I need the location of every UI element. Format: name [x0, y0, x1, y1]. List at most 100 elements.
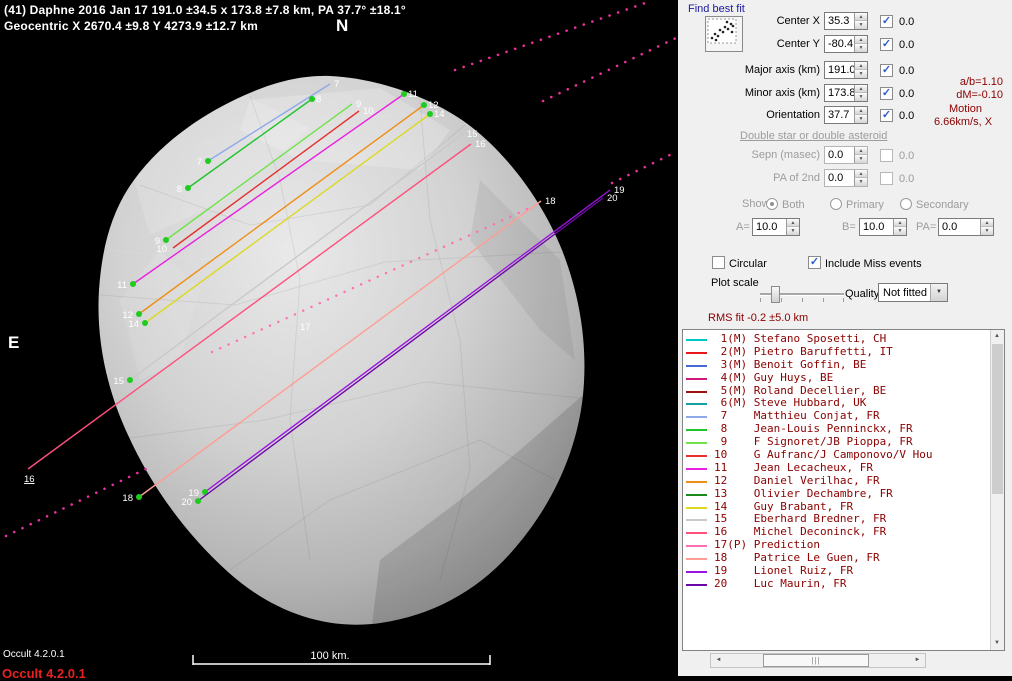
a-spin-up-icon[interactable]: ▲ — [786, 219, 799, 227]
chord-label: 16 — [475, 139, 486, 150]
a-spin-down-icon[interactable]: ▼ — [786, 227, 799, 235]
major-axis-km-label: Major axis (km) — [744, 64, 820, 76]
observer-row-19[interactable]: 19 Lionel Ruiz, FR — [683, 564, 991, 578]
minor-axis-km-fit-checkbox[interactable]: ✓ — [880, 87, 893, 100]
observer-row-20[interactable]: 20 Luc Maurin, FR — [683, 577, 991, 591]
slider-tick — [823, 298, 824, 302]
chord-label: 20 — [607, 193, 618, 204]
chord-label: 8 — [316, 94, 321, 105]
dm-value: dM=-0.10 — [956, 89, 1003, 101]
observer-row-10[interactable]: 10 G Aufranc/J Camponovo/V Hou — [683, 448, 991, 462]
circular-checkbox[interactable] — [712, 256, 725, 269]
double-star-header[interactable]: Double star or double asteroid — [740, 130, 887, 142]
sepn-masec-fit-checkbox[interactable] — [880, 149, 893, 162]
center-y-input[interactable]: -80.4 ▲ ▼ — [824, 35, 868, 53]
quality-label: Quality — [845, 288, 880, 300]
slider-tick — [843, 298, 844, 302]
minor-axis-km-input-spin-down-icon[interactable]: ▼ — [854, 93, 867, 101]
observer-row-1[interactable]: 1(M) Stefano Sposetti, CH — [683, 332, 991, 346]
observer-color-swatch — [686, 390, 707, 393]
orientation-fit-checkbox[interactable]: ✓ — [880, 109, 893, 122]
pa-spin-up-icon[interactable]: ▲ — [980, 219, 993, 227]
observer-row-3[interactable]: 3(M) Benoit Goffin, BE — [683, 358, 991, 372]
plot-canvas[interactable]: 17 7788991010111112121414151516161818191… — [0, 0, 678, 676]
pa-of-2nd-input[interactable]: 0.0 ▲ ▼ — [824, 169, 868, 187]
event-dot — [142, 320, 148, 326]
major-axis-km-input-spin-up-icon[interactable]: ▲ — [854, 62, 867, 70]
center-x-input[interactable]: 35.3 ▲ ▼ — [824, 12, 868, 30]
vscroll-thumb[interactable] — [992, 344, 1003, 494]
major-axis-km-input[interactable]: 191.0 ▲ ▼ — [824, 61, 868, 79]
center-x-input-spin-up-icon[interactable]: ▲ — [854, 13, 867, 21]
plot-title: (41) Daphne 2016 Jan 17 191.0 ±34.5 x 17… — [4, 3, 406, 17]
sepn-masec-input-spin-up-icon[interactable]: ▲ — [854, 147, 867, 155]
event-dot — [401, 91, 407, 97]
observer-color-swatch — [686, 558, 707, 561]
orientation-input-value: 37.7 — [828, 109, 850, 121]
radio-both[interactable] — [766, 198, 778, 210]
motion-value: 6.66km/s, X — [933, 116, 993, 128]
observer-row-13[interactable]: 13 Olivier Dechambre, FR — [683, 486, 991, 501]
include-miss-checkbox[interactable]: ✓ — [808, 256, 821, 269]
pa-of-2nd-fit-checkbox[interactable] — [880, 172, 893, 185]
sepn-masec-input-spin-down-icon[interactable]: ▼ — [854, 155, 867, 163]
event-dot — [127, 377, 133, 383]
orientation-input[interactable]: 37.7 ▲ ▼ — [824, 106, 868, 124]
orientation-input-spin-up-icon[interactable]: ▲ — [854, 107, 867, 115]
observer-list-hscrollbar[interactable]: ◄ ||| ► — [710, 653, 926, 668]
radio-primary[interactable] — [830, 198, 842, 210]
quality-value: Not fitted — [883, 287, 928, 299]
observer-color-swatch — [686, 467, 707, 470]
minor-axis-km-label: Minor axis (km) — [744, 87, 820, 99]
scroll-right-icon[interactable]: ► — [910, 654, 925, 667]
b-input[interactable]: 10.0 ▲ ▼ — [859, 218, 907, 236]
major-axis-km-fit-checkbox[interactable]: ✓ — [880, 64, 893, 77]
app-version: Occult 4.2.0.1 — [3, 649, 65, 660]
minor-axis-km-input-spin-up-icon[interactable]: ▲ — [854, 85, 867, 93]
b-spin-up-icon[interactable]: ▲ — [893, 219, 906, 227]
pa-of-2nd-input-spin-down-icon[interactable]: ▼ — [854, 178, 867, 186]
b-spin-down-icon[interactable]: ▼ — [893, 227, 906, 235]
center-y-fit-checkbox[interactable]: ✓ — [880, 38, 893, 51]
center-y-label: Center Y — [776, 38, 820, 50]
prediction-label: 17 — [300, 322, 311, 333]
center-y-input-value: -80.4 — [828, 38, 854, 50]
observer-label: 13 Olivier Dechambre, FR — [714, 486, 893, 500]
pa-spin-down-icon[interactable]: ▼ — [980, 227, 993, 235]
minor-axis-km-input[interactable]: 173.8 ▲ ▼ — [824, 84, 868, 102]
observer-color-swatch — [686, 429, 707, 432]
center-x-fit-checkbox[interactable]: ✓ — [880, 15, 893, 28]
dropdown-arrow-icon[interactable]: ▼ — [930, 284, 947, 301]
plot-scale-slider-thumb[interactable] — [771, 286, 780, 303]
scroll-left-icon[interactable]: ◄ — [711, 654, 726, 667]
observer-row-11[interactable]: 11 Jean Lecacheux, FR — [683, 460, 991, 475]
observer-label: 11 Jean Lecacheux, FR — [714, 460, 873, 474]
observer-list-vscrollbar[interactable]: ▲ ▼ — [990, 330, 1004, 650]
center-y-input-spin-up-icon[interactable]: ▲ — [854, 36, 867, 44]
minor-axis-km-input-value: 173.8 — [828, 87, 856, 99]
scroll-up-icon[interactable]: ▲ — [991, 330, 1003, 343]
quality-dropdown[interactable]: Not fitted ▼ — [878, 283, 948, 302]
radio-secondary-label: Secondary — [916, 199, 969, 211]
major-axis-km-input-spin-down-icon[interactable]: ▼ — [854, 70, 867, 78]
observer-row-4[interactable]: 4(M) Guy Huys, BE — [683, 371, 991, 385]
chord-label: 10 — [156, 244, 167, 255]
major-axis-km-input-value: 191.0 — [828, 64, 856, 76]
observer-row-12[interactable]: 12 Daniel Verilhac, FR — [683, 474, 991, 488]
center-y-input-spin-down-icon[interactable]: ▼ — [854, 44, 867, 52]
pa-input[interactable]: 0.0 ▲ ▼ — [938, 218, 994, 236]
hscroll-thumb[interactable]: ||| — [763, 654, 869, 667]
observer-row-2[interactable]: 2(M) Pietro Baruffetti, IT — [683, 345, 991, 359]
orientation-label: Orientation — [766, 109, 820, 121]
center-x-input-spin-down-icon[interactable]: ▼ — [854, 21, 867, 29]
a-input[interactable]: 10.0 ▲ ▼ — [752, 218, 800, 236]
radio-primary-label: Primary — [846, 199, 884, 211]
pa-of-2nd-input-spin-up-icon[interactable]: ▲ — [854, 170, 867, 178]
orientation-input-spin-down-icon[interactable]: ▼ — [854, 115, 867, 123]
sepn-masec-input[interactable]: 0.0 ▲ ▼ — [824, 146, 868, 164]
scroll-down-icon[interactable]: ▼ — [991, 637, 1003, 650]
slider-tick — [781, 298, 782, 302]
radio-secondary[interactable] — [900, 198, 912, 210]
occult-window: 17 7 7 8 8 9 9 10 10 11 11 12 12 14 14 15 15 16 16 18 18 19 1… — [0, 0, 1012, 681]
find-best-fit-panel: Find best fit Center X 35.3 ▲ ▼ ✓ 0.0 Center Y… — [678, 0, 1012, 676]
